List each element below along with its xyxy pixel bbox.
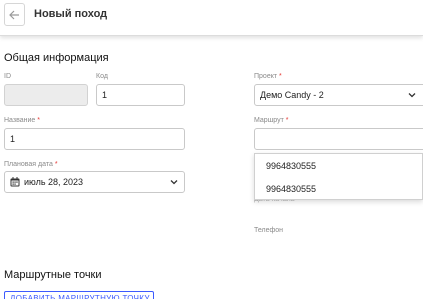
route-select[interactable] [254,128,423,150]
phone-label: Телефон [254,227,284,234]
section-title-general: Общая информация [4,52,109,64]
arrow-left-icon [9,10,19,19]
route-option[interactable]: 9964830555 [266,184,316,194]
back-button[interactable] [4,3,25,26]
top-bar: Новый поход [0,0,423,36]
route-label: Маршрут * [254,117,289,124]
chevron-down-icon [170,180,178,185]
name-field[interactable]: 1 [4,128,185,150]
calendar-icon [10,177,20,187]
project-label: Проект * [254,73,282,80]
project-select[interactable]: Демо Candy - 2 [254,84,423,106]
code-field[interactable]: 1 [96,84,185,106]
route-option[interactable]: 9964830555 [266,161,316,171]
page-title: Новый поход [34,8,108,20]
code-label: Код [96,73,108,80]
id-field [4,84,88,106]
planned-date-label: Плановая дата * [4,161,58,168]
route-dropdown: 9964830555 9964830555 [254,153,423,200]
planned-date-field[interactable]: июль 28, 2023 [4,171,185,193]
section-title-route-points: Маршрутные точки [4,269,102,281]
name-label: Название * [4,117,40,124]
add-route-point-button[interactable]: Добавить маршрутную точку [4,291,154,299]
project-value: Демо Candy - 2 [260,90,324,100]
chevron-down-icon [408,93,416,98]
planned-date-value: июль 28, 2023 [24,177,84,187]
id-label: ID [4,73,11,80]
